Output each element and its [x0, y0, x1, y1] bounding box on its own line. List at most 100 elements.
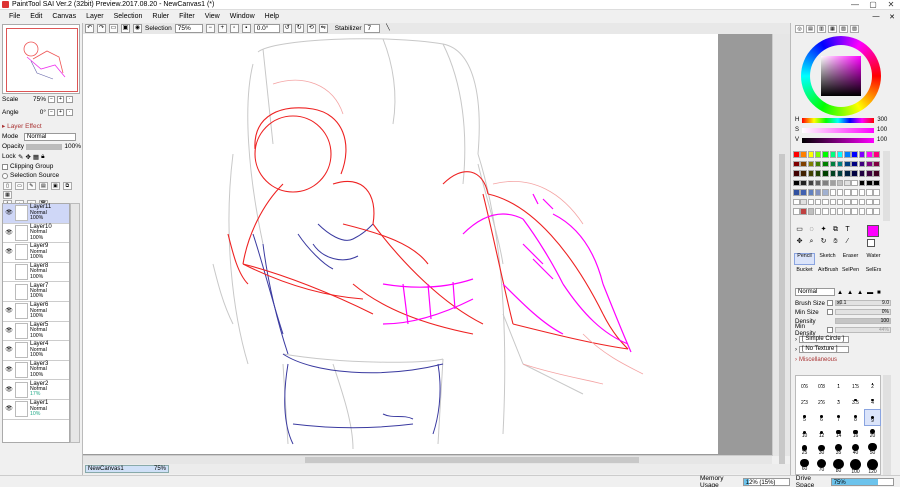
color-swatch[interactable]	[866, 160, 873, 168]
layer-copy-icon[interactable]: ⧉	[62, 182, 72, 190]
brush-shape-select[interactable]: [ Simple Circle ]	[799, 336, 849, 343]
hsv-sliders-tab-icon[interactable]: ▥	[817, 25, 826, 33]
value-slider[interactable]	[802, 137, 875, 143]
color-swatch[interactable]	[800, 198, 807, 206]
brush-shape-flat-icon[interactable]: ▲	[837, 289, 845, 296]
background-color[interactable]	[867, 239, 875, 247]
hand-icon[interactable]: ✋︎	[831, 237, 840, 246]
horizontal-scrollbar[interactable]	[83, 455, 772, 464]
menu-ruler[interactable]: Ruler	[147, 13, 174, 20]
color-swatch[interactable]	[822, 189, 829, 196]
color-swatch[interactable]	[822, 208, 829, 215]
navigator-view-rect[interactable]	[6, 28, 78, 92]
vertical-scrollbar[interactable]	[772, 34, 790, 474]
vertical-scroll-thumb[interactable]	[779, 154, 785, 474]
brush-size-preset[interactable]: 80	[830, 458, 847, 476]
pen-icon[interactable]: ╲	[383, 24, 392, 33]
menu-filter[interactable]: Filter	[174, 13, 200, 20]
menu-edit[interactable]: Edit	[25, 13, 47, 20]
horizontal-scroll-thumb[interactable]	[305, 457, 639, 463]
color-swatch[interactable]	[829, 151, 837, 158]
stabilizer-select[interactable]: 7	[364, 24, 381, 33]
brush-size-preset[interactable]: 60	[796, 458, 813, 476]
color-swatch[interactable]	[807, 160, 815, 168]
color-swatch[interactable]	[829, 160, 837, 168]
color-swatch[interactable]	[844, 208, 851, 215]
layer-row-layer2[interactable]: 👁︎ Layer2 Normal 17%	[3, 380, 69, 400]
color-swatch[interactable]	[858, 170, 866, 177]
color-swatch[interactable]	[822, 151, 829, 158]
saturation-slider[interactable]	[802, 127, 875, 133]
color-swatch[interactable]	[829, 208, 837, 215]
canvas-close-button[interactable]: ✕	[884, 13, 900, 21]
color-swatch[interactable]	[793, 151, 800, 158]
color-swatch[interactable]	[814, 208, 822, 215]
visibility-eye-icon[interactable]	[5, 288, 13, 296]
color-swatch[interactable]	[814, 198, 822, 206]
rotate-right-icon[interactable]: ↻	[294, 24, 304, 33]
swatches-scrollbar[interactable]	[883, 151, 890, 221]
brush-size-preset[interactable]: 2.6	[813, 393, 830, 410]
lock-alpha-icon[interactable]: ▦	[33, 153, 39, 161]
color-swatch[interactable]	[844, 151, 851, 158]
color-swatch[interactable]	[866, 179, 873, 187]
brush-size-preset[interactable]: 12	[813, 426, 830, 443]
menu-layer[interactable]: Layer	[81, 13, 109, 20]
brush-size-preset[interactable]: 2.3	[796, 393, 813, 410]
brush-size-preset[interactable]: 1	[830, 376, 847, 393]
color-swatch[interactable]	[858, 179, 866, 187]
visibility-eye-icon[interactable]: 👁︎	[5, 366, 13, 374]
deselect-icon[interactable]: ▭	[109, 24, 118, 33]
visibility-eye-icon[interactable]: 👁︎	[5, 405, 13, 413]
color-swatch[interactable]	[822, 198, 829, 206]
tool-sketch[interactable]: Sketch	[817, 253, 838, 265]
invert-selection-icon[interactable]: ▣	[121, 24, 130, 33]
tool-eraser[interactable]: Eraser	[840, 253, 861, 265]
layer-row-layer9[interactable]: 👁︎ Layer9 Normal 100%	[3, 243, 69, 263]
angle-minus-button[interactable]: −	[48, 109, 55, 116]
color-swatch[interactable]	[800, 179, 807, 187]
layer-list-scrollbar[interactable]	[70, 203, 80, 443]
layer-menu-icon[interactable]: ▦	[3, 191, 12, 199]
color-swatch[interactable]	[807, 198, 815, 206]
color-swatch[interactable]	[851, 151, 858, 158]
brush-size-preset[interactable]: 16	[847, 426, 864, 443]
color-swatch[interactable]	[873, 189, 880, 196]
angle-plus-button[interactable]: +	[57, 109, 64, 116]
color-swatch[interactable]	[836, 198, 844, 206]
color-swatch[interactable]	[807, 208, 815, 215]
layer-row-layer8[interactable]: Layer8 Normal 100%	[3, 263, 69, 283]
color-swatch[interactable]	[836, 151, 844, 158]
min-density-checkbox[interactable]	[827, 327, 833, 333]
color-swatch[interactable]	[793, 179, 800, 187]
brush-size-preset[interactable]: 3.5	[847, 393, 864, 410]
color-swatch[interactable]	[800, 151, 807, 158]
zoom-icon[interactable]: ⌕	[807, 237, 816, 246]
color-swatch[interactable]	[807, 179, 815, 187]
color-swatch[interactable]	[873, 179, 880, 187]
transform-icon[interactable]: ⧉	[831, 225, 840, 234]
brush-size-preset[interactable]: 70	[813, 458, 830, 476]
color-swatch[interactable]	[822, 170, 829, 177]
new-linework-icon[interactable]: ✎	[26, 182, 36, 190]
maximize-button[interactable]: ▢	[864, 0, 882, 10]
color-swatch[interactable]	[866, 208, 873, 215]
brush-presets-scrollbar[interactable]	[883, 375, 891, 475]
menu-help[interactable]: Help	[260, 13, 284, 20]
expand-arrow-icon[interactable]: ›	[795, 357, 797, 363]
brush-shape-square-icon[interactable]: ■	[877, 289, 885, 296]
visibility-eye-icon[interactable]: 👁︎	[5, 307, 13, 315]
brush-size-preset[interactable]: 10	[796, 426, 813, 443]
layer-row-layer6[interactable]: 👁︎ Layer6 Normal 100%	[3, 302, 69, 322]
lasso-icon[interactable]: ◌	[807, 225, 816, 234]
zoom-reset-icon[interactable]: ▪	[241, 24, 251, 33]
layer-row-layer4[interactable]: 👁︎ Layer4 Normal 100%	[3, 341, 69, 361]
color-swatch[interactable]	[793, 189, 800, 196]
rotate-reset-icon[interactable]: ⟲	[306, 24, 316, 33]
color-swatch[interactable]	[793, 160, 800, 168]
swatches-tab-icon[interactable]: ▦	[828, 25, 837, 33]
angle-reset-button[interactable]: ·	[66, 109, 73, 116]
color-swatch[interactable]	[844, 189, 851, 196]
color-swatch[interactable]	[793, 198, 800, 206]
tool-selers[interactable]: SelErs	[863, 267, 884, 279]
